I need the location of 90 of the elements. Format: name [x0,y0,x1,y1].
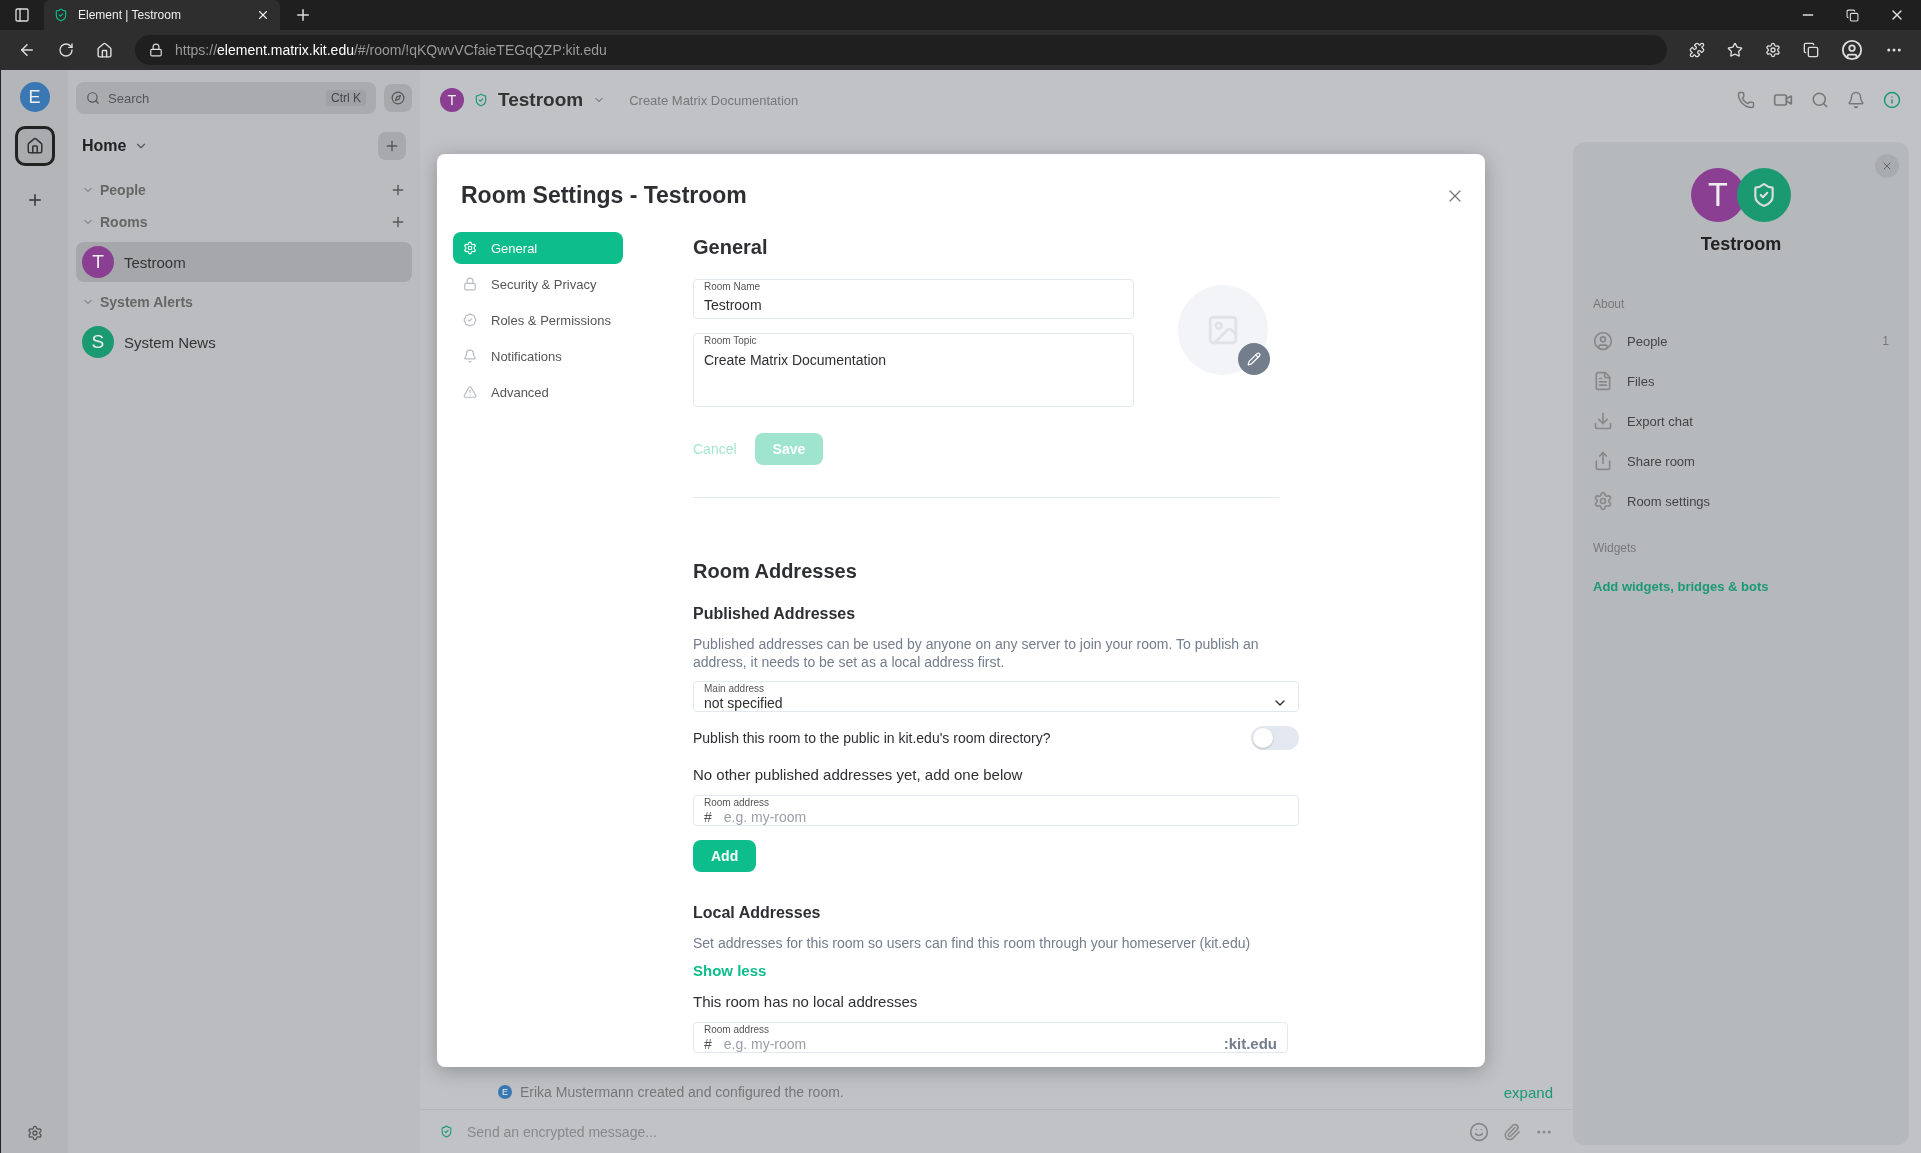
room-address-field[interactable]: Room address # e.g. my-room [693,795,1299,826]
main-address-select[interactable]: Main address not specified [693,681,1299,712]
share-icon[interactable] [1593,451,1613,471]
home-icon[interactable] [96,41,113,59]
room-name[interactable]: Testroom [498,89,584,111]
emoji-icon[interactable] [1469,1121,1489,1142]
local-address-field[interactable]: Room address # e.g. my-room :kit.edu [693,1022,1288,1053]
url-text: https://element.matrix.kit.edu/#/room/!qKQwvVCfaieTEGqQZP:kit.edu [175,42,607,58]
panel-item[interactable]: Files [1593,361,1889,401]
compass-icon[interactable] [391,91,405,105]
user-avatar[interactable]: E [19,82,50,112]
room-name: Testroom [124,253,186,271]
explore-button[interactable] [384,84,412,112]
shield-icon [440,1125,453,1138]
shield-icon [1751,182,1777,208]
search-icon[interactable] [1811,91,1829,109]
browser-tab[interactable]: Element | Testroom [44,0,280,30]
home-icon[interactable] [25,137,44,155]
home-space-button[interactable] [14,126,55,166]
section-label: Widgets [1593,541,1638,555]
settings-tab[interactable]: Advanced [453,376,623,408]
tab-title: Element | Testroom [78,8,181,22]
room-topic-field[interactable]: Room Topic Create Matrix Documentation [693,333,1134,407]
event-text: Erika Mustermann created and configured the room. [520,1084,844,1100]
plus-icon[interactable] [390,214,406,230]
close-button[interactable] [1875,154,1899,178]
section-title[interactable]: System Alerts [100,294,193,310]
info-text: No other published addresses yet, add one below [693,766,1024,783]
settings-tab[interactable]: Roles & Permissions [453,304,623,336]
plus-icon[interactable] [390,182,406,198]
settings-tab[interactable]: Notifications [453,340,623,372]
room-avatar: S [82,326,114,358]
section-title[interactable]: People [100,182,146,198]
room-name-field[interactable]: Room Name Testroom [693,279,1134,319]
dialog-title: Room Settings - Testroom [461,182,747,210]
lock-icon [149,43,163,57]
publish-label: Publish this room to the public in kit.edu's room directory? [693,730,1051,746]
info-icon[interactable] [1883,91,1901,109]
file-icon[interactable] [1593,371,1613,391]
plus-icon[interactable] [384,138,400,154]
search-field[interactable]: Search Ctrl K [76,82,376,114]
room-item[interactable]: S System News [76,322,412,362]
panel-item[interactable]: Export chat [1593,401,1889,441]
extension-icon[interactable] [1689,42,1705,58]
section-label: About [1593,297,1626,311]
edit-button[interactable] [1238,343,1270,375]
back-icon[interactable] [18,41,36,59]
publish-toggle[interactable] [1251,726,1299,750]
description-text: Published addresses can be used by anyone on any server to join your room. To publish an address, it needs to be set as a local address first. [693,635,1260,671]
panel-item[interactable]: People 1 [1593,321,1889,361]
shield-icon [474,93,488,107]
panel-item[interactable]: Room settings [1593,481,1889,521]
home-title[interactable]: Home [82,137,127,155]
close-icon[interactable] [256,8,270,22]
user-icon[interactable] [1593,331,1613,351]
tab-actions-icon[interactable] [14,7,30,23]
badge-check-icon[interactable] [463,313,477,327]
lock-icon[interactable] [463,277,477,291]
download-icon[interactable] [1593,411,1613,431]
address-bar[interactable]: https://element.matrix.kit.edu/#/room/!qKQwvVCfaieTEGqQZP:kit.edu [135,35,1667,65]
room-item[interactable]: T Testroom [76,242,412,282]
section-title: General [693,236,769,259]
new-tab-icon[interactable] [294,6,312,24]
room-avatar: T [82,246,114,278]
settings-tab[interactable]: Security & Privacy [453,268,623,300]
subsection-title: Published Addresses [693,605,857,623]
info-text: This room has no local addresses [693,993,919,1010]
room-name: System News [124,333,216,351]
attachment-icon[interactable] [1503,1122,1521,1141]
room-name: Testroom [1699,234,1783,255]
section-title: Room Addresses [693,560,858,583]
pencil-icon[interactable] [1247,352,1261,366]
site-icon [54,8,68,22]
section-title[interactable]: Rooms [100,214,148,230]
description-text: Set addresses for this room so users can find this room through your homeserver (kit.edu) [693,934,1252,952]
reload-icon[interactable] [58,42,74,58]
restore-icon[interactable] [1846,8,1859,22]
phone-icon[interactable] [1737,91,1755,109]
add-button[interactable] [378,132,406,160]
warning-icon[interactable] [463,385,477,399]
bell-icon[interactable] [1847,91,1865,109]
profile-icon[interactable] [1841,39,1863,61]
panel-item[interactable]: Share room [1593,441,1889,481]
search-icon [86,91,100,105]
room-avatar: T [440,88,464,112]
subsection-title: Local Addresses [693,904,822,922]
user-avatar: E [498,1085,512,1099]
room-topic: Create Matrix Documentation [629,92,799,108]
star-icon[interactable] [1727,42,1743,58]
bell-icon[interactable] [463,349,477,363]
